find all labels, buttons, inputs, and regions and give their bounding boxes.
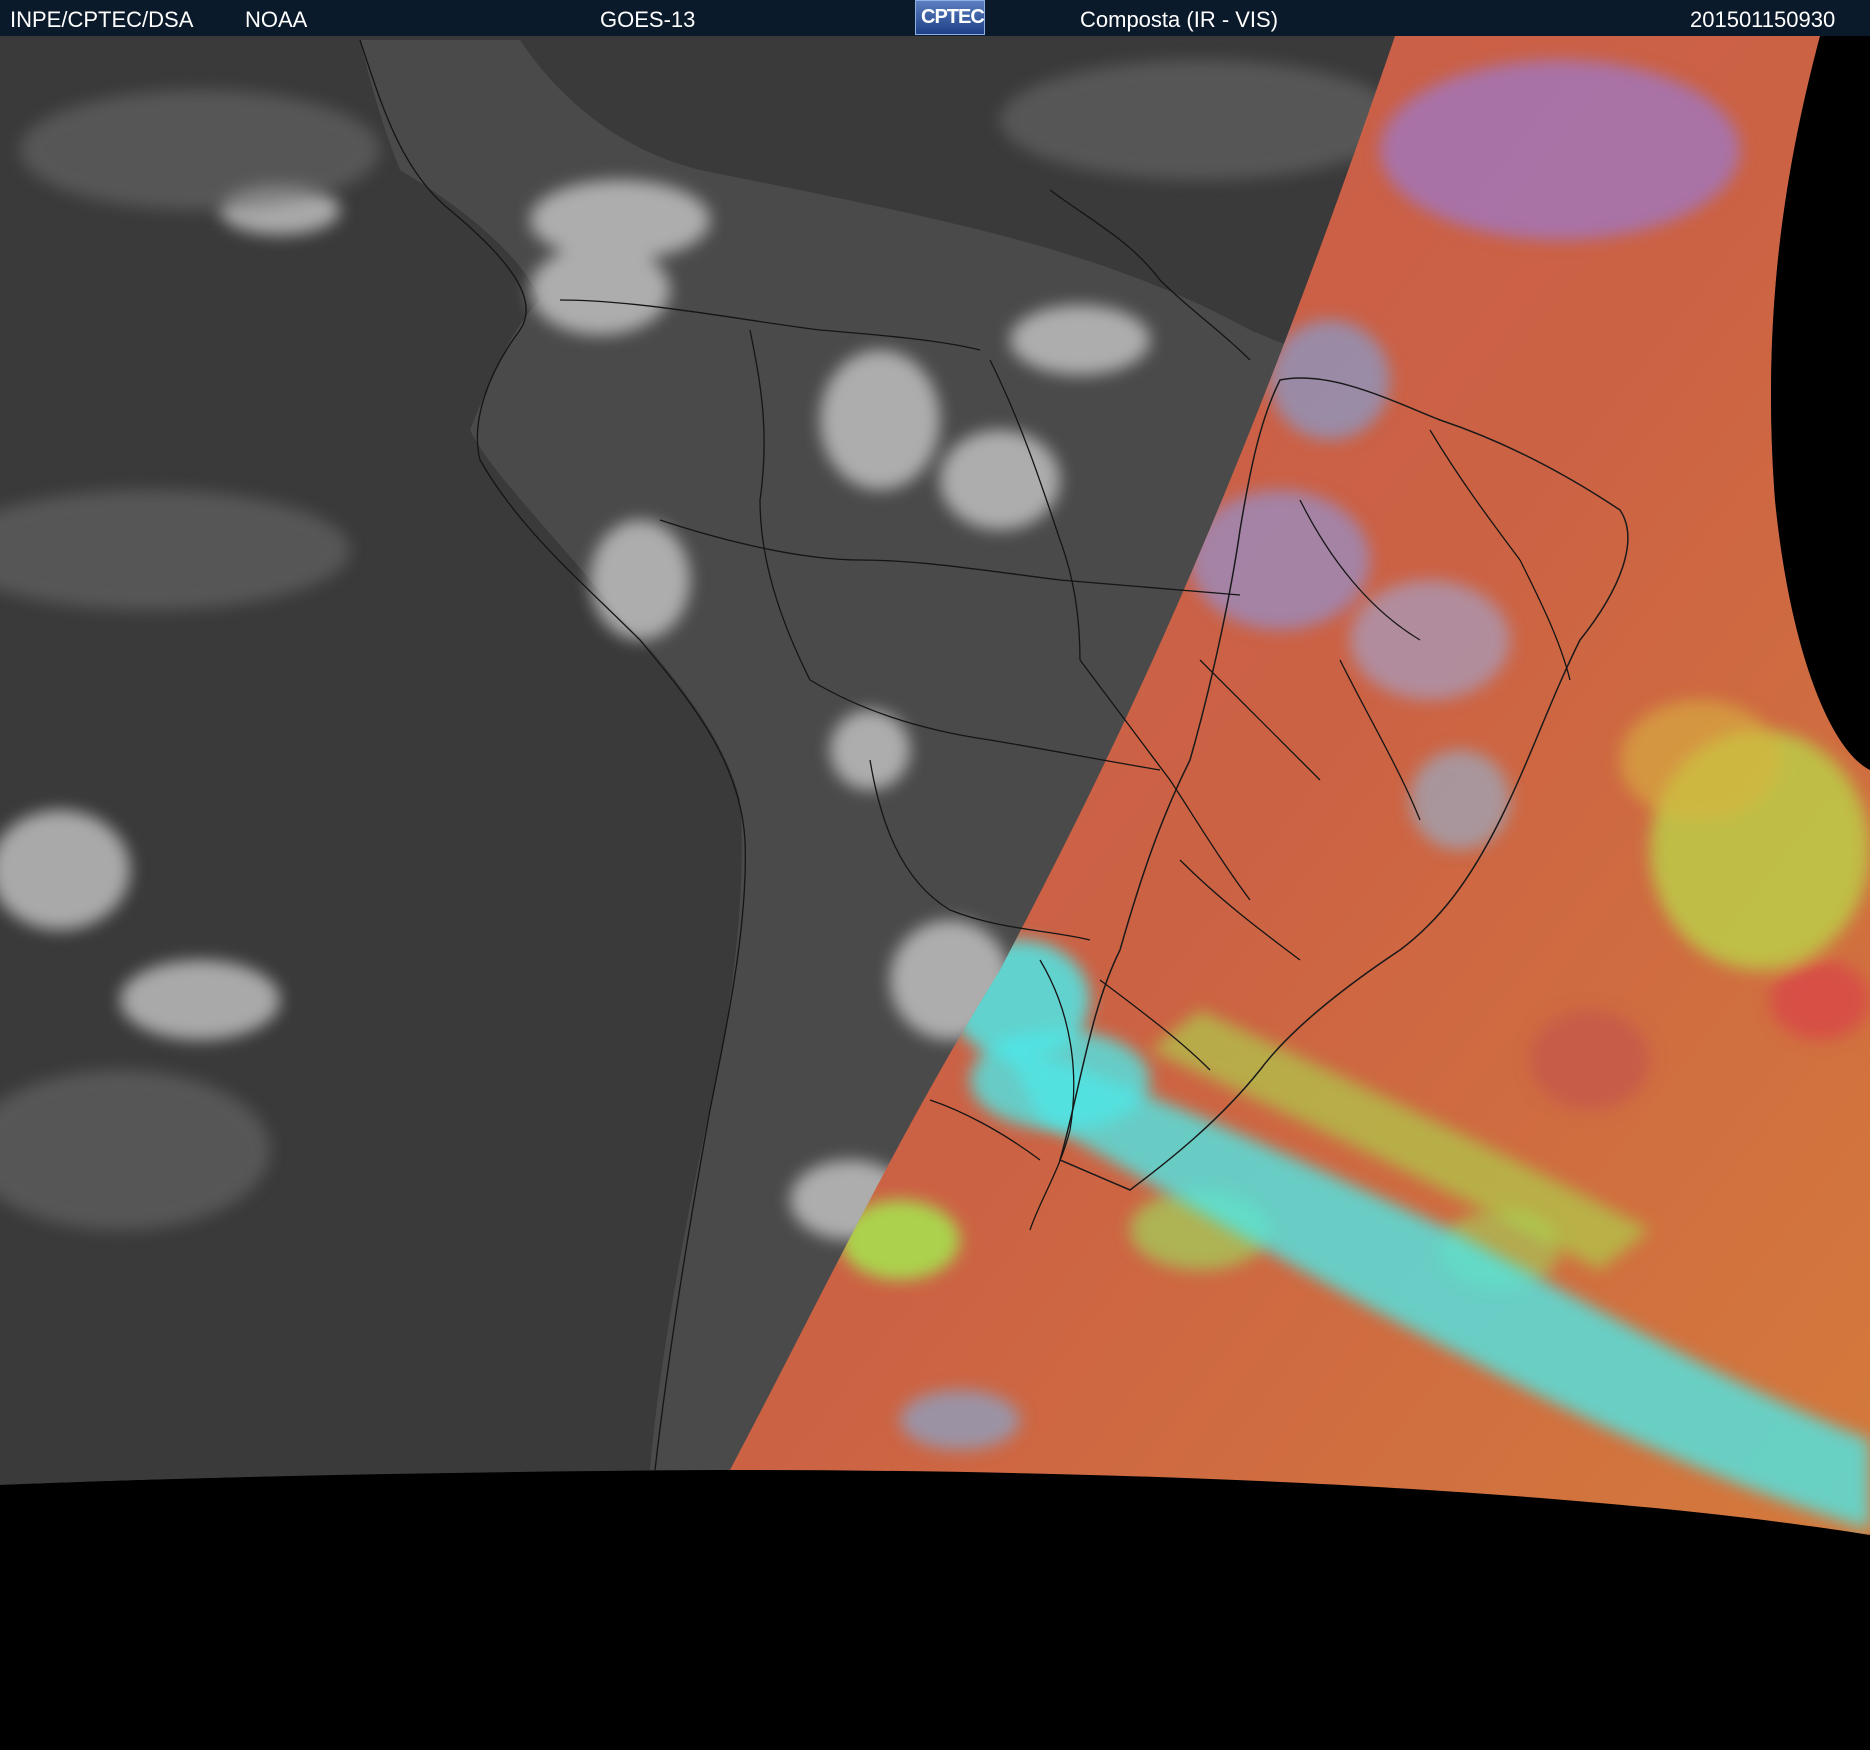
- timestamp-label: 201501150930: [1690, 7, 1836, 32]
- product-label: Composta (IR - VIS): [1080, 7, 1279, 32]
- header-bar: INPE/CPTEC/DSA NOAA GOES-13 CPTEC Compos…: [0, 0, 1870, 36]
- satellite-label: GOES-13: [600, 7, 696, 32]
- cptec-logo: CPTEC: [915, 0, 985, 35]
- institution-label: INPE/CPTEC/DSA: [10, 7, 194, 32]
- cptec-logo-text: CPTEC: [921, 6, 985, 28]
- space-limb-bottom: [0, 1473, 1870, 1750]
- agency-label: NOAA: [245, 7, 308, 32]
- satellite-image: [0, 36, 1870, 1750]
